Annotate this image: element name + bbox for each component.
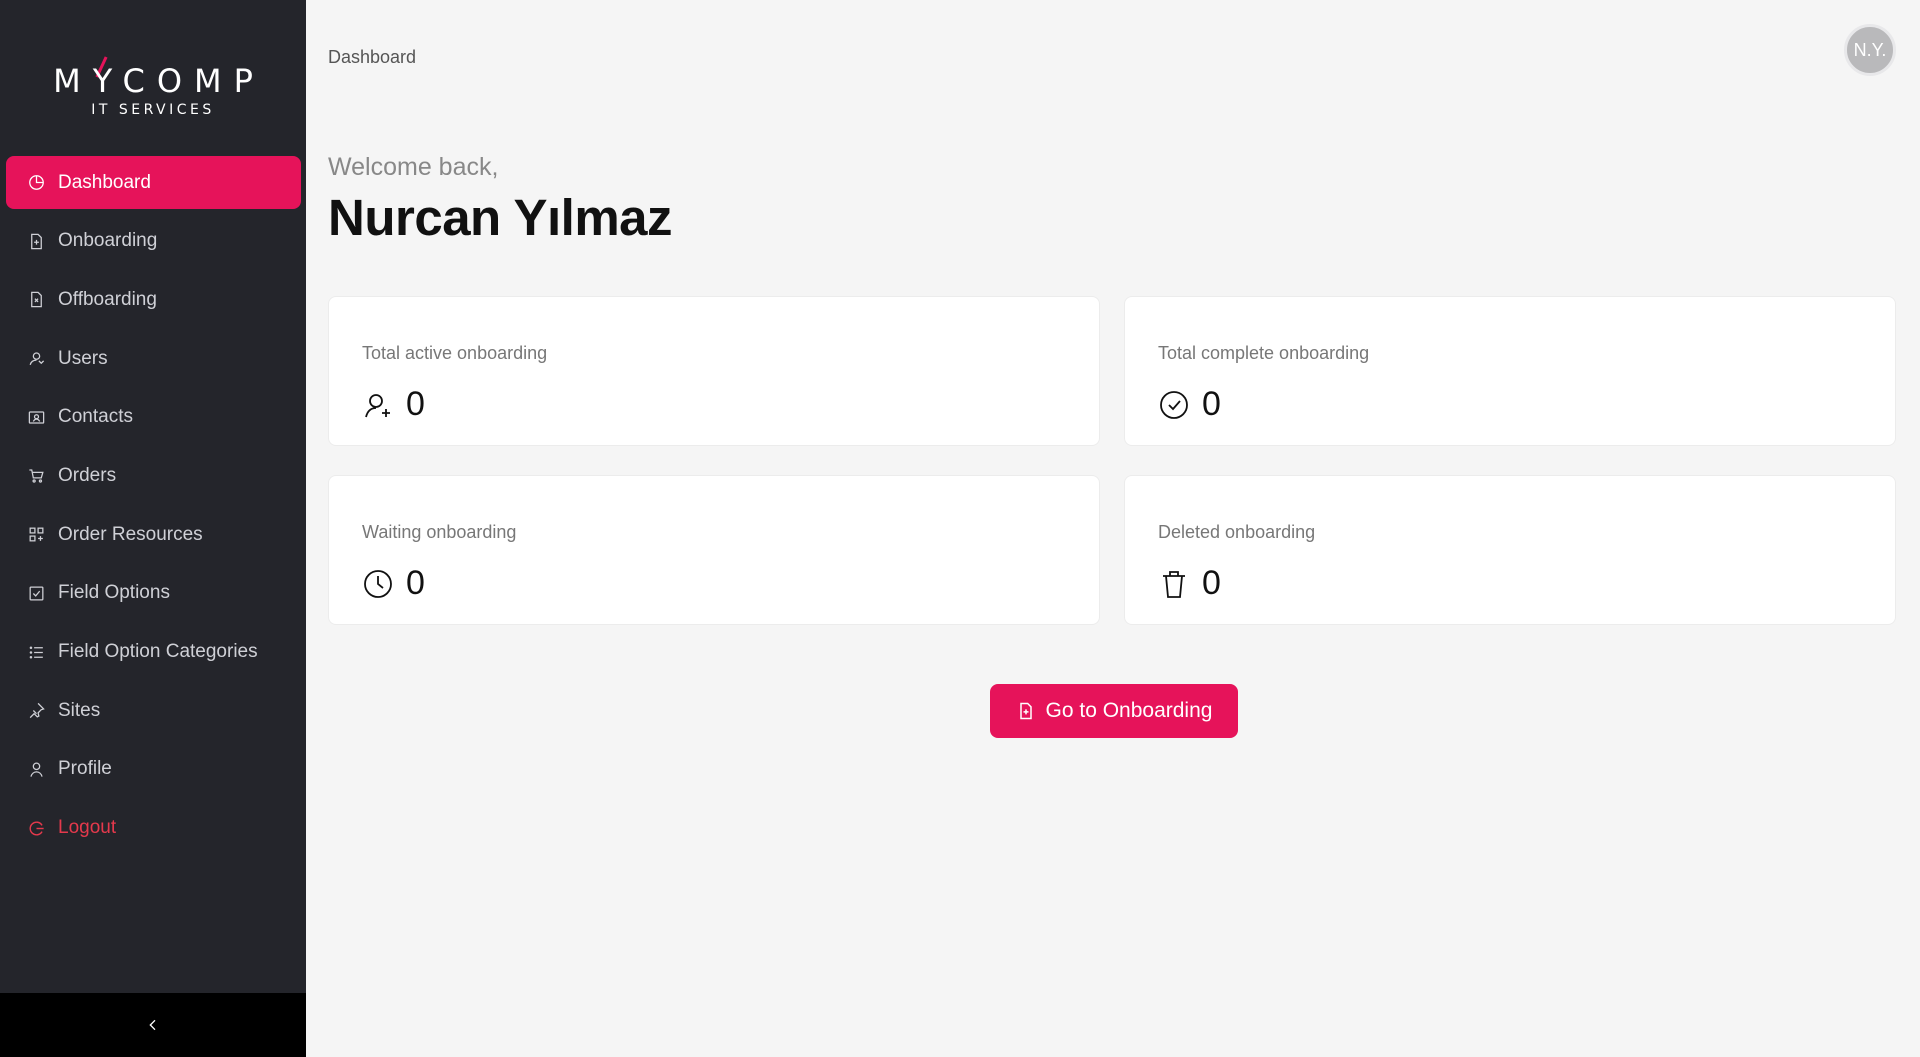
logo-wordmark: MYCOMP [53, 62, 265, 100]
stat-card-deleted: Deleted onboarding 0 [1124, 475, 1896, 625]
users-icon [26, 349, 46, 369]
check-circle-icon [1158, 389, 1190, 421]
trash-icon [1158, 568, 1190, 600]
sidebar-item-offboarding[interactable]: Offboarding [6, 273, 301, 326]
go-to-onboarding-button[interactable]: Go to Onboarding [990, 684, 1238, 738]
sidebar: MYCOMP IT SERVICES Dashboard Onboarding … [0, 0, 306, 1057]
sidebar-item-label: Onboarding [58, 230, 158, 252]
sidebar-collapse-button[interactable] [0, 993, 306, 1057]
sidebar-item-label: Logout [58, 817, 117, 839]
sidebar-item-label: Profile [58, 758, 112, 780]
cart-icon [26, 466, 46, 486]
sidebar-item-label: Users [58, 347, 108, 369]
avatar[interactable]: N.Y. [1844, 24, 1896, 76]
sidebar-item-onboarding[interactable]: Onboarding [6, 215, 301, 268]
file-plus-icon [26, 231, 46, 251]
sidebar-item-logout[interactable]: Logout [6, 802, 301, 855]
stat-card-title: Waiting onboarding [362, 522, 517, 542]
logout-icon [26, 818, 46, 838]
stat-card-waiting: Waiting onboarding 0 [328, 475, 1100, 625]
file-x-icon [26, 290, 46, 310]
sidebar-item-label: Order Resources [58, 523, 203, 545]
stat-card-active: Total active onboarding 0 [328, 296, 1100, 446]
welcome-text: Welcome back, [328, 153, 499, 181]
stat-card-value: 0 [406, 385, 425, 423]
sidebar-item-profile[interactable]: Profile [6, 743, 301, 796]
user-icon [26, 759, 46, 779]
sidebar-item-label: Dashboard [58, 171, 151, 193]
sidebar-item-label: Sites [58, 699, 101, 721]
stat-card-title: Total complete onboarding [1158, 343, 1370, 363]
sidebar-item-field-option-categories[interactable]: Field Option Categories [6, 626, 301, 679]
sidebar-item-field-options[interactable]: Field Options [6, 567, 301, 620]
sidebar-item-label: Contacts [58, 406, 133, 428]
logo-tagline: IT SERVICES [91, 102, 215, 118]
sidebar-item-sites[interactable]: Sites [6, 684, 301, 737]
sidebar-item-dashboard[interactable]: Dashboard [6, 156, 301, 209]
brand-logo[interactable]: MYCOMP IT SERVICES [0, 52, 306, 122]
sidebar-item-orders[interactable]: Orders [6, 449, 301, 502]
sidebar-item-label: Field Option Categories [58, 641, 258, 662]
sidebar-item-label: Offboarding [58, 288, 157, 310]
cta-label: Go to Onboarding [1045, 699, 1213, 722]
sidebar-item-label: Field Options [58, 582, 170, 604]
breadcrumb[interactable]: Dashboard [328, 47, 416, 68]
contact-card-icon [26, 407, 46, 427]
grid-icon [26, 525, 46, 545]
stat-card-value: 0 [1202, 564, 1221, 602]
checkbox-icon [26, 583, 46, 603]
sidebar-item-order-resources[interactable]: Order Resources [6, 508, 301, 561]
pin-icon [26, 701, 46, 721]
user-add-icon [362, 389, 394, 421]
sidebar-item-users[interactable]: Users [6, 332, 301, 385]
list-icon [26, 642, 46, 662]
stat-card-title: Deleted onboarding [1158, 522, 1316, 542]
file-plus-icon [1019, 702, 1032, 720]
stat-card-value: 0 [406, 564, 425, 602]
sidebar-item-contacts[interactable]: Contacts [6, 391, 301, 444]
sidebar-nav: Dashboard Onboarding Offboarding Users C… [6, 156, 301, 860]
stat-card-title: Total active onboarding [362, 343, 548, 363]
pie-chart-icon [26, 173, 46, 193]
main-content: Dashboard N.Y. Welcome back, Nurcan Yılm… [306, 0, 1920, 1057]
clock-icon [362, 568, 394, 600]
stat-card-value: 0 [1202, 385, 1221, 423]
sidebar-item-label: Orders [58, 464, 117, 486]
page-title: Nurcan Yılmaz [328, 189, 673, 246]
chevron-left-icon [149, 1019, 156, 1031]
stat-card-complete: Total complete onboarding 0 [1124, 296, 1896, 446]
